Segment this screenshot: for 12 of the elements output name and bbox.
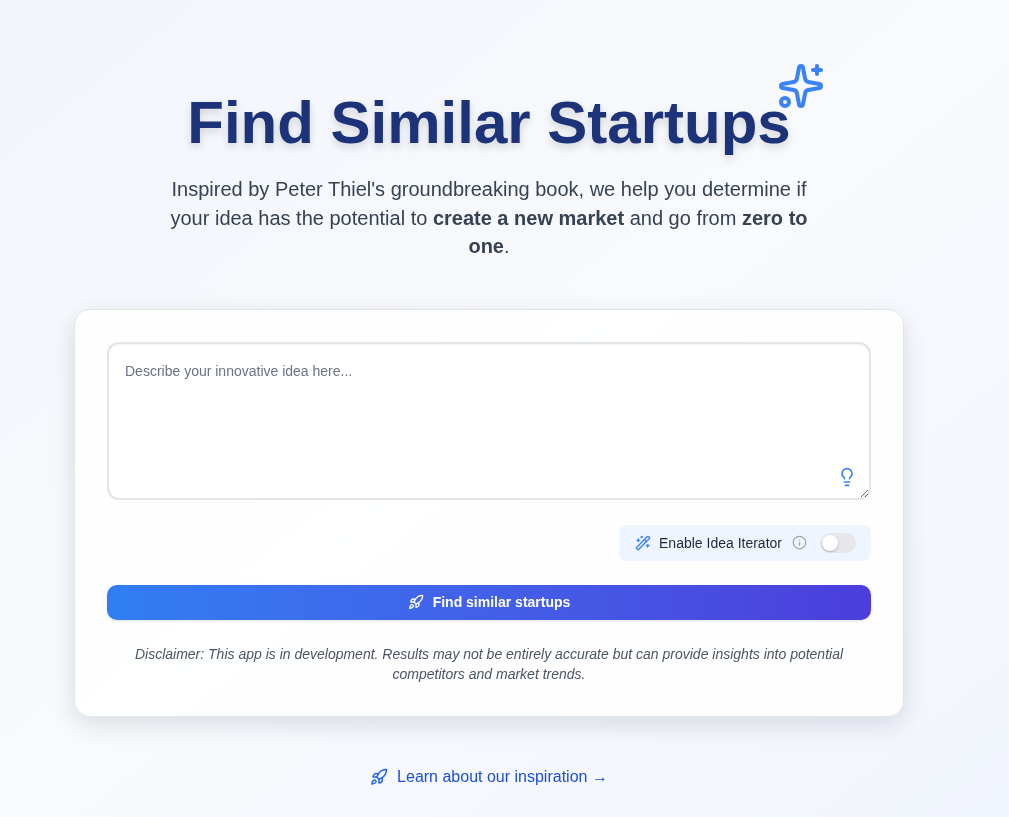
find-startups-button[interactable]: Find similar startups xyxy=(107,584,871,620)
idea-iterator-switch[interactable] xyxy=(820,532,856,553)
info-icon[interactable] xyxy=(792,535,807,550)
inspiration-link[interactable]: Learn about our inspiration → xyxy=(370,764,608,789)
rocket-icon xyxy=(370,767,389,786)
rocket-icon xyxy=(407,594,424,610)
idea-input[interactable]: Describe your innovative idea here... xyxy=(107,341,871,500)
subtitle-text: Inspired by Peter Thiel's groundbreaking book, we help you determine if your idea has the potential to create a new market and go from zero to one. xyxy=(169,177,809,259)
disclaimer-text: Disclaimer: This app is in development. Results may not be entirely accurate but can provide insights into potential competitors and market trends. xyxy=(133,644,845,684)
page-title: Find Similar Startups xyxy=(187,90,791,156)
magic-wand-icon xyxy=(635,534,651,551)
idea-iterator-label: Enable Idea Iterator xyxy=(659,533,782,553)
